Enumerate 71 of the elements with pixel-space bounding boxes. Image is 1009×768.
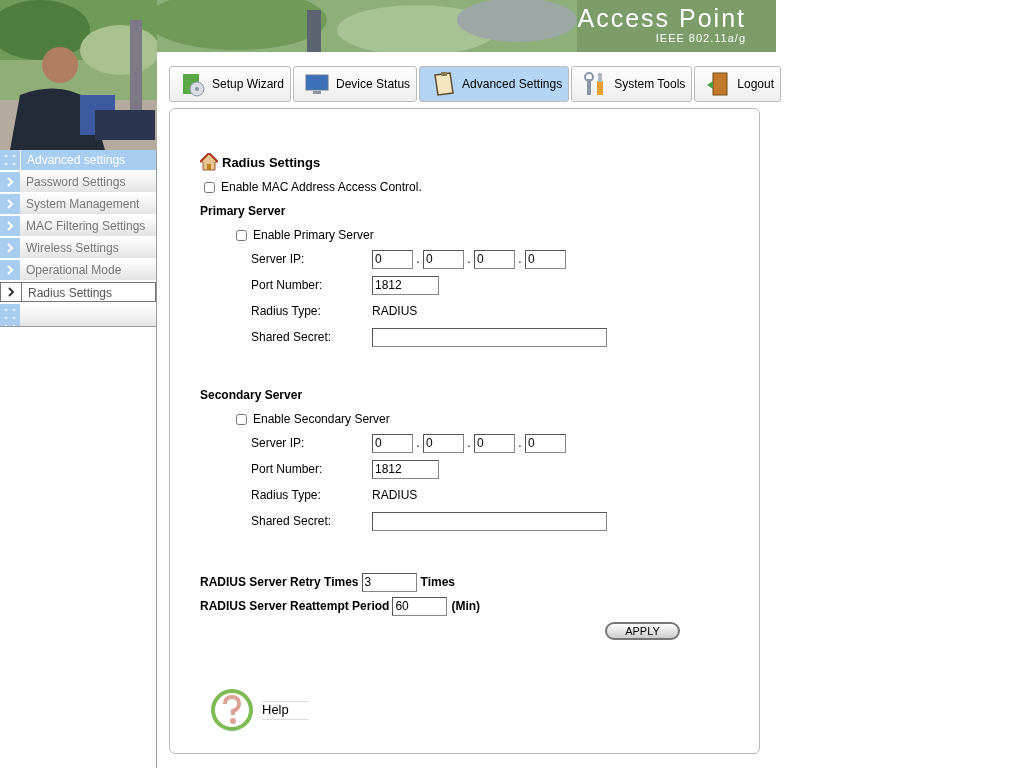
input-field[interactable]: [372, 327, 607, 347]
nav-tab[interactable]: Device Status: [293, 66, 418, 102]
house-icon: [200, 153, 218, 171]
input-field[interactable]: 0: [525, 249, 566, 269]
chevron-icon: [0, 216, 20, 236]
chevron-icon: [0, 282, 21, 302]
checkbox[interactable]: [204, 181, 215, 193]
input-field[interactable]: 1812: [372, 275, 439, 295]
menu-item[interactable]: System Management: [20, 194, 156, 214]
input-field[interactable]: [372, 511, 607, 531]
nav-tab[interactable]: Advanced Settings: [419, 66, 570, 102]
dots-icon: [0, 304, 20, 326]
dot-separator: .: [415, 436, 421, 450]
field-label: Port Number:: [251, 278, 324, 292]
dot-separator: .: [517, 436, 523, 450]
field-label: Radius Type:: [251, 304, 322, 318]
nav-tab[interactable]: Logout: [694, 66, 781, 102]
dot-separator: .: [415, 252, 421, 266]
chevron-icon: [0, 238, 20, 258]
question-mark-icon[interactable]: [210, 688, 254, 732]
nav-tab[interactable]: System Tools: [571, 66, 693, 102]
checkbox[interactable]: [236, 413, 247, 425]
field-label: Shared Secret:: [251, 330, 333, 344]
field-value: RADIUS: [372, 304, 418, 318]
input-field[interactable]: 0: [474, 433, 515, 453]
menu-item[interactable]: Radius Settings: [21, 282, 156, 302]
dots-icon: [0, 150, 20, 170]
help-link[interactable]: Help: [262, 700, 309, 720]
checkbox-label: Enable MAC Address Access Control.: [221, 180, 422, 194]
input-field[interactable]: 0: [423, 249, 464, 269]
chevron-icon: [0, 172, 20, 192]
field-value: RADIUS: [372, 488, 418, 502]
product-subtitle: IEEE 802.11a/g: [655, 32, 746, 44]
menu-item[interactable]: Password Settings: [20, 172, 156, 192]
section-heading: Primary Server: [200, 204, 287, 218]
product-title: Access Point: [577, 4, 746, 32]
setting-label: RADIUS Server Retry Times: [200, 575, 359, 589]
chevron-icon: [0, 194, 20, 214]
setting-label: RADIUS Server Reattempt Period: [200, 599, 390, 613]
field-label: Shared Secret:: [251, 514, 333, 528]
section-heading: Secondary Server: [200, 388, 304, 402]
dot-separator: .: [466, 252, 472, 266]
input-field[interactable]: 0: [372, 249, 413, 269]
input-field[interactable]: 3: [361, 572, 417, 592]
apply-button[interactable]: APPLY: [605, 622, 680, 640]
input-field[interactable]: 0: [525, 433, 566, 453]
dot-separator: .: [466, 436, 472, 450]
input-field[interactable]: 0: [474, 249, 515, 269]
input-field[interactable]: 0: [372, 433, 413, 453]
input-field[interactable]: 60: [392, 596, 448, 616]
menu-item[interactable]: Wireless Settings: [20, 238, 156, 258]
page-title: Radius Settings: [222, 154, 321, 170]
disc-box-icon: [180, 71, 206, 97]
dot-separator: .: [517, 252, 523, 266]
menu-item[interactable]: Operational Mode: [20, 260, 156, 280]
field-label: Port Number:: [251, 462, 324, 476]
menu-header: Advanced settings: [20, 150, 156, 170]
unit-label: Times: [420, 575, 455, 589]
checkbox-label: Enable Primary Server: [253, 228, 374, 242]
monitor-icon: [304, 71, 331, 97]
menu-item[interactable]: MAC Filtering Settings: [20, 216, 156, 236]
chevron-icon: [0, 260, 20, 280]
field-label: Server IP:: [251, 252, 306, 266]
checkbox[interactable]: [236, 229, 247, 241]
field-label: Radius Type:: [251, 488, 322, 502]
input-field[interactable]: 1812: [372, 459, 439, 479]
nav-tab[interactable]: Setup Wizard: [169, 66, 292, 102]
input-field[interactable]: 0: [423, 433, 464, 453]
checkbox-label: Enable Secondary Server: [253, 412, 390, 426]
field-label: Server IP:: [251, 436, 306, 450]
unit-label: (Min): [451, 599, 481, 613]
